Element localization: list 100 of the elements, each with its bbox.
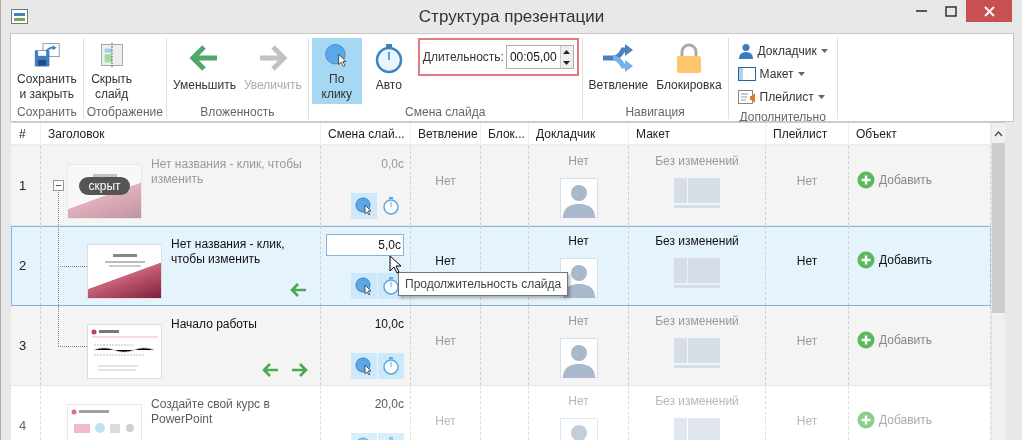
branch-value: Нет bbox=[435, 333, 456, 348]
presenter-value: Нет bbox=[568, 314, 589, 328]
on-click-button[interactable] bbox=[351, 273, 377, 299]
duration-label: Длительность: bbox=[422, 50, 504, 64]
down-triangle-icon bbox=[563, 60, 571, 65]
slide-thumbnail-drawing bbox=[104, 253, 145, 268]
branch-value: Нет bbox=[435, 413, 456, 428]
app-icon bbox=[11, 8, 29, 25]
dropdown-button[interactable]: Плейлист bbox=[735, 86, 830, 107]
playlist-icon bbox=[737, 88, 756, 105]
add-object-button[interactable]: Добавить bbox=[857, 250, 933, 269]
scroll-up-icon[interactable] bbox=[994, 131, 1003, 137]
close-button[interactable] bbox=[966, 0, 1012, 22]
left-arrow-icon[interactable] bbox=[262, 363, 280, 377]
plus-icon bbox=[857, 410, 875, 429]
on-click-button[interactable] bbox=[351, 193, 377, 219]
ribbon-button[interactable]: Скрыть слайд bbox=[86, 38, 137, 104]
duration-input[interactable]: 00:05,00 bbox=[505, 45, 574, 69]
layout-value: Без изменений bbox=[655, 394, 739, 408]
column-header[interactable]: Докладчик bbox=[529, 123, 629, 144]
presenter-value: Нет bbox=[568, 394, 589, 408]
group-label: Смена слайда bbox=[404, 104, 487, 120]
group-label: Вложенность bbox=[199, 104, 276, 120]
ribbon-button[interactable]: Авто bbox=[363, 38, 414, 104]
layout-value: Без изменений bbox=[655, 314, 739, 328]
column-header[interactable]: # bbox=[11, 123, 41, 144]
group-label: Навигация bbox=[624, 104, 686, 120]
layout-value: Без изменений bbox=[655, 154, 739, 168]
plus-icon bbox=[857, 250, 875, 269]
spin-up-button[interactable] bbox=[560, 46, 573, 57]
cursor-icon bbox=[389, 255, 403, 275]
close-icon bbox=[983, 5, 995, 17]
group-label: Отображение bbox=[86, 104, 163, 120]
duration-input[interactable]: 5,0с bbox=[326, 234, 404, 256]
ribbon-button[interactable]: Сохранить и закрыть bbox=[14, 38, 80, 104]
column-header[interactable]: Смена слай... bbox=[321, 123, 411, 144]
slide-title: Нет названия - клик, чтобы изменить bbox=[171, 237, 286, 268]
duration-text: 0,0с bbox=[381, 156, 404, 173]
layout-placeholder-icon bbox=[674, 338, 720, 368]
dropdown-button[interactable]: Макет bbox=[735, 63, 830, 84]
row-number: 3 bbox=[11, 306, 41, 385]
duration-text: 20,0с bbox=[374, 396, 404, 413]
ribbon-button[interactable]: По клику bbox=[311, 38, 362, 104]
row-number: 2 bbox=[11, 226, 41, 305]
duration-text: 10,0с bbox=[374, 316, 404, 333]
playlist-value: Нет bbox=[796, 333, 818, 348]
stopwatch-icon bbox=[381, 196, 401, 216]
branch-value: Нет bbox=[435, 173, 456, 188]
slide-title: Создайте свой курс в PowerPoint bbox=[151, 397, 271, 428]
left-arrow-icon[interactable] bbox=[290, 283, 308, 297]
column-header[interactable]: Плейлист bbox=[766, 123, 849, 144]
on-click-button[interactable] bbox=[351, 353, 377, 379]
plus-icon bbox=[857, 330, 875, 349]
slide-title: Нет названия - клик, чтобы изменить bbox=[151, 157, 303, 188]
collapse-toggle[interactable] bbox=[53, 180, 64, 191]
caret-icon bbox=[797, 71, 805, 76]
table-row[interactable]: 3 Начало работы 10,0с Нет Нет Без изменений Нет Добавить bbox=[11, 306, 991, 386]
group-label: Сохранить bbox=[16, 104, 78, 120]
plus-icon bbox=[857, 170, 875, 189]
presenter-value: Нет bbox=[568, 234, 589, 248]
row-number: 1 bbox=[11, 146, 41, 225]
minimize-icon bbox=[915, 9, 927, 13]
tooltip: Продолжительность слайда bbox=[398, 272, 569, 296]
slide-title: Начало работы bbox=[171, 317, 258, 333]
caret-icon bbox=[817, 94, 825, 99]
table-row[interactable]: 1 скрыт Нет названия - клик, чтобы изменить 0,0с Нет Нет Без изменений Нет Добавить bbox=[11, 146, 991, 226]
presenter-value: Нет bbox=[568, 154, 589, 168]
group-label: Дополнительно bbox=[738, 109, 827, 125]
layout-placeholder-icon bbox=[674, 178, 720, 208]
avatar-icon bbox=[559, 338, 598, 378]
window-title: Структура презентации bbox=[418, 6, 605, 27]
layout-value: Без изменений bbox=[655, 234, 739, 248]
ribbon-button[interactable]: Уменьшить bbox=[169, 38, 239, 104]
playlist-value: Нет bbox=[796, 173, 818, 188]
column-header[interactable]: Заголовок bbox=[41, 123, 321, 144]
ribbon-button[interactable]: Ветвление bbox=[585, 38, 652, 104]
hidden-badge: скрыт bbox=[79, 176, 130, 195]
right-arrow-icon[interactable] bbox=[290, 363, 308, 377]
spin-down-button[interactable] bbox=[560, 57, 573, 68]
dropdown-button[interactable]: Докладчик bbox=[735, 40, 830, 61]
row-number: 4 bbox=[11, 386, 41, 440]
column-header[interactable]: Ветвление bbox=[411, 123, 481, 144]
playlist-value: Нет bbox=[796, 413, 818, 428]
branch-value: Нет bbox=[435, 253, 456, 268]
caret-icon bbox=[820, 48, 828, 53]
avatar-icon bbox=[559, 178, 598, 218]
playlist-value: Нет bbox=[796, 253, 818, 268]
stopwatch-icon bbox=[381, 356, 401, 376]
person-icon bbox=[737, 42, 754, 59]
ribbon-button[interactable]: Блокировка bbox=[653, 38, 725, 104]
scroll-thumb[interactable] bbox=[992, 143, 1005, 313]
column-header[interactable]: Блок... bbox=[481, 123, 529, 144]
stopwatch-icon bbox=[381, 276, 401, 296]
maximize-icon bbox=[945, 5, 957, 17]
scrollbar[interactable] bbox=[991, 123, 1005, 440]
timer-button[interactable] bbox=[378, 353, 404, 379]
column-header[interactable]: Макет bbox=[629, 123, 766, 144]
click-cursor-icon bbox=[354, 196, 374, 216]
layout-icon bbox=[737, 65, 756, 82]
click-cursor-icon bbox=[354, 356, 374, 376]
